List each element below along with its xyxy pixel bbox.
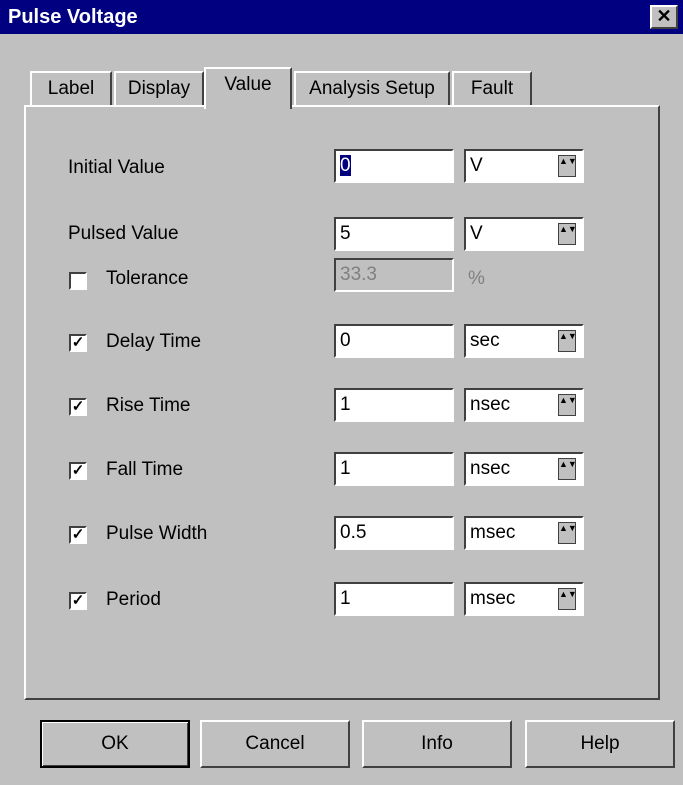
delay-time-label: Delay Time [106,331,202,352]
rise-time-label: Rise Time [106,395,191,416]
period-unit-select[interactable]: msec ▲▼ [464,582,584,616]
pulse-width-checkbox[interactable]: ✓ [69,526,87,544]
ok-button-label: OK [101,733,129,754]
pulse-width-unit-select[interactable]: msec ▲▼ [464,516,584,550]
period-text: 1 [340,588,351,609]
initial-value-unit-select[interactable]: V ▲▼ [464,149,584,183]
initial-value-label: Initial Value [68,157,165,178]
initial-value-input[interactable]: 0 [334,149,454,183]
initial-value-text: 0 [340,155,351,176]
spin-icon[interactable]: ▲▼ [558,588,577,610]
tolerance-input[interactable]: 33.3 [334,258,454,292]
fall-time-checkbox[interactable]: ✓ [69,462,87,480]
spin-icon[interactable]: ▲▼ [558,458,577,480]
window-title: Pulse Voltage [8,6,138,28]
pulsed-value-input[interactable]: 5 [334,217,454,251]
pulsed-value-unit-text: V [470,223,483,244]
fall-time-text: 1 [340,458,351,479]
tab-analysis-setup[interactable]: Analysis Setup [294,71,450,107]
cancel-button-label: Cancel [245,733,305,754]
pulsed-value-text: 5 [340,223,351,244]
rise-time-input[interactable]: 1 [334,388,454,422]
delay-time-text: 0 [340,330,351,351]
delay-time-unit-select[interactable]: sec ▲▼ [464,324,584,358]
pulse-width-text: 0.5 [340,522,367,543]
tolerance-text: 33.3 [340,264,377,285]
delay-time-unit-text: sec [470,330,500,351]
delay-time-checkbox[interactable]: ✓ [69,334,87,352]
title-bar: Pulse Voltage ✕ [0,0,683,34]
check-icon: ✓ [71,398,85,415]
tab-analysis-setup-text: Analysis Setup [309,78,435,99]
info-button[interactable]: Info [362,720,512,768]
tab-fault-text: Fault [470,78,514,99]
spin-icon[interactable]: ▲▼ [558,155,577,177]
spin-icon[interactable]: ▲▼ [558,223,577,245]
delay-time-input[interactable]: 0 [334,324,454,358]
check-icon: ✓ [71,462,85,479]
rise-time-unit-select[interactable]: nsec ▲▼ [464,388,584,422]
tolerance-checkbox[interactable] [69,272,87,290]
tolerance-label: Tolerance [106,268,189,289]
tab-display[interactable]: Display [114,71,204,107]
tab-value-text: Value [224,74,272,95]
fall-time-unit-select[interactable]: nsec ▲▼ [464,452,584,486]
help-button[interactable]: Help [525,720,675,768]
fall-time-label: Fall Time [106,459,184,480]
rise-time-text: 1 [340,394,351,415]
tab-label-text: Label [47,78,95,99]
help-button-label: Help [580,733,620,754]
tab-value[interactable]: Value [204,67,292,109]
period-label: Period [106,589,161,610]
period-checkbox[interactable]: ✓ [69,592,87,610]
tab-fault[interactable]: Fault [452,71,532,107]
ok-button[interactable]: OK [40,720,190,768]
rise-time-unit-text: nsec [470,394,511,415]
pulsed-value-unit-select[interactable]: V ▲▼ [464,217,584,251]
pulse-width-label: Pulse Width [106,523,208,544]
fall-time-input[interactable]: 1 [334,452,454,486]
pulsed-value-label: Pulsed Value [68,223,179,244]
fall-time-unit-text: nsec [470,458,511,479]
pulse-width-input[interactable]: 0.5 [334,516,454,550]
initial-value-unit-text: V [470,155,483,176]
close-button[interactable]: ✕ [650,5,678,29]
check-icon: ✓ [71,334,85,351]
cancel-button[interactable]: Cancel [200,720,350,768]
spin-icon[interactable]: ▲▼ [558,330,577,352]
spin-icon[interactable]: ▲▼ [558,394,577,416]
pulse-width-unit-text: msec [470,522,516,543]
tab-display-text: Display [127,78,191,99]
spin-icon[interactable]: ▲▼ [558,522,577,544]
period-input[interactable]: 1 [334,582,454,616]
check-icon: ✓ [71,526,85,543]
tab-label[interactable]: Label [30,71,112,107]
close-icon: ✕ [656,6,672,26]
period-unit-text: msec [470,588,516,609]
check-icon: ✓ [71,592,85,609]
info-button-label: Info [421,733,453,754]
tolerance-unit: % [468,268,485,289]
rise-time-checkbox[interactable]: ✓ [69,398,87,416]
